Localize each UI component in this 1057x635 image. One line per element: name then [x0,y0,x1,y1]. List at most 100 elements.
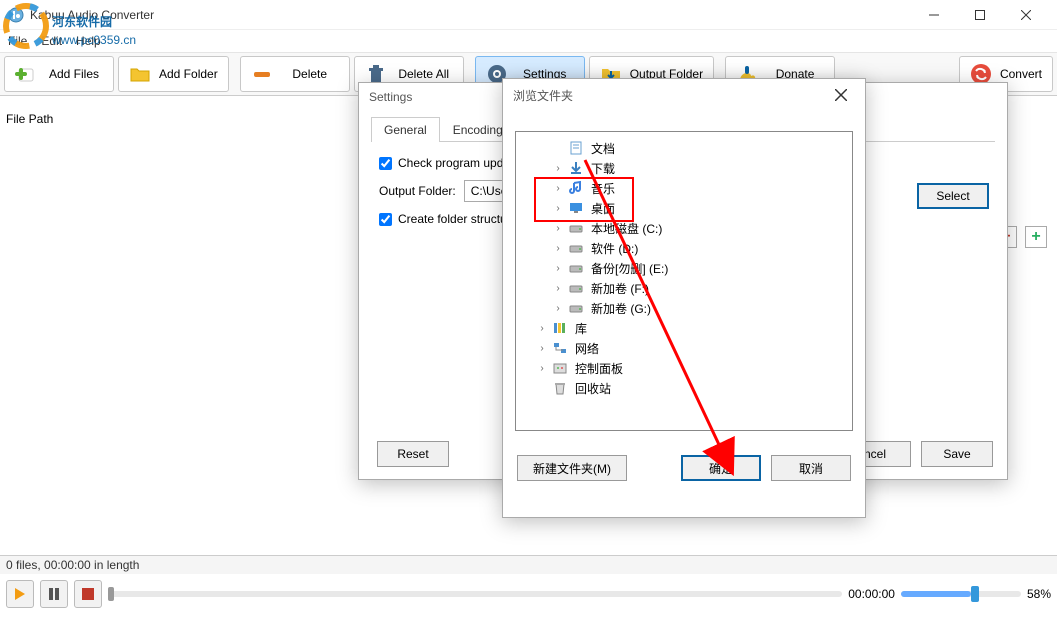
music-icon [568,180,584,196]
cpl-icon [552,360,568,376]
tree-node[interactable]: › 新加卷 (F:) [520,278,848,298]
tree-node[interactable]: › 网络 [520,338,848,358]
pause-button[interactable] [40,580,68,608]
tree-node[interactable]: › 控制面板 [520,358,848,378]
tree-node[interactable]: › 新加卷 (G:) [520,298,848,318]
add-folder-button[interactable]: Add Folder [118,56,229,92]
tree-node-label: 回收站 [572,379,614,398]
menu-help[interactable]: Help [76,34,101,48]
doc-icon [568,140,584,156]
tree-node[interactable]: ›库 [520,318,848,338]
expand-icon[interactable]: › [552,223,564,234]
download-icon [568,160,584,176]
tree-node[interactable]: › 本地磁盘 (C:) [520,218,848,238]
expand-icon[interactable]: › [536,343,548,354]
tree-node-label: 文档 [588,139,618,158]
drive-icon [568,300,584,316]
tree-node-label: 新加卷 (G:) [588,299,654,318]
create-structure-input[interactable] [379,213,392,226]
expand-icon[interactable]: › [552,243,564,254]
expand-icon[interactable]: › [552,303,564,314]
add-folder-icon [129,63,151,85]
add-files-label: Add Files [45,67,103,81]
folder-tree[interactable]: 文档 › 下载 › 音乐 › 桌面 › 本地磁盘 (C:) › 软件 (D:) › 备份[勿删] (E:… [515,131,853,431]
add-files-icon [15,63,37,85]
drive-icon [568,280,584,296]
desktop-icon [568,200,584,216]
expand-icon[interactable]: › [536,323,548,334]
column-header-filepath[interactable]: File Path [6,112,53,126]
maximize-button[interactable] [957,0,1003,30]
tree-node-label: 本地磁盘 (C:) [588,219,665,238]
player-bar: 00:00:00 58% [0,574,1057,614]
expand-icon[interactable]: › [552,283,564,294]
expand-icon[interactable]: › [552,263,564,274]
browse-cancel-button[interactable]: 取消 [771,455,851,481]
ok-button[interactable]: 确定 [681,455,761,481]
expand-icon[interactable]: › [536,363,548,374]
play-button[interactable] [6,580,34,608]
window-title: Kabuu Audio Converter [8,8,911,22]
tree-node-label: 软件 (D:) [588,239,641,258]
time-display: 00:00:00 [848,587,895,601]
expand-icon[interactable]: › [552,183,564,194]
menu-edit[interactable]: Edit [41,34,62,48]
tree-node-label: 新加卷 (F:) [588,279,652,298]
add-files-button[interactable]: Add Files [4,56,114,92]
drive-icon [568,220,584,236]
tree-node-label: 备份[勿删] (E:) [588,259,671,278]
output-folder-label: Output Folder: [379,184,456,198]
tree-node[interactable]: › 音乐 [520,178,848,198]
delete-label: Delete [281,67,339,81]
footer-bar [0,614,1057,634]
tree-node[interactable]: › 下载 [520,158,848,178]
close-button[interactable] [1003,0,1049,30]
tree-node-label: 控制面板 [572,359,626,378]
tree-node-label: 库 [572,319,590,338]
tree-node[interactable]: 回收站 [520,378,848,398]
seek-slider[interactable] [108,591,842,597]
browse-close-button[interactable] [827,81,855,109]
minimize-button[interactable] [911,0,957,30]
tree-node-label: 音乐 [588,179,618,198]
add-format-button[interactable]: + [1025,226,1047,248]
status-bar: 0 files, 00:00:00 in length [0,556,1057,574]
menu-file[interactable]: File [8,34,27,48]
volume-slider[interactable] [901,591,1021,597]
browse-dialog-title: 浏览文件夹 [513,87,573,104]
tree-node[interactable]: › 软件 (D:) [520,238,848,258]
delete-button[interactable]: Delete [240,56,350,92]
tab-general[interactable]: General [371,117,440,142]
tree-node-label: 网络 [572,339,602,358]
check-updates-label: Check program updat [398,156,513,170]
tree-node[interactable]: 文档 [520,138,848,158]
lib-icon [552,320,568,336]
create-structure-label: Create folder structu [398,212,507,226]
tree-node-label: 桌面 [588,199,618,218]
stop-button[interactable] [74,580,102,608]
volume-percent: 58% [1027,587,1051,601]
new-folder-button[interactable]: 新建文件夹(M) [517,455,627,481]
reset-button[interactable]: Reset [377,441,449,467]
delete-all-label: Delete All [395,67,453,81]
menubar: File Edit Help [0,30,1057,52]
tree-node[interactable]: › 备份[勿删] (E:) [520,258,848,278]
expand-icon[interactable]: › [552,163,564,174]
app-icon [8,7,24,23]
tree-node-label: 下载 [588,159,618,178]
convert-label: Convert [1000,67,1042,81]
select-button[interactable]: Select [917,183,989,209]
status-text: 0 files, 00:00:00 in length [6,558,139,572]
net-icon [552,340,568,356]
delete-icon [251,63,273,85]
save-button[interactable]: Save [921,441,993,467]
tree-node[interactable]: › 桌面 [520,198,848,218]
drive-icon [568,260,584,276]
expand-icon[interactable]: › [552,203,564,214]
window-titlebar: Kabuu Audio Converter [0,0,1057,30]
drive-icon [568,240,584,256]
add-folder-label: Add Folder [159,67,218,81]
check-updates-input[interactable] [379,157,392,170]
bin-icon [552,380,568,396]
browse-folder-dialog: 浏览文件夹 文档 › 下载 › 音乐 › 桌面 › 本地磁盘 (C:) › 软件 (D:) › 备份[勿… [502,78,866,518]
